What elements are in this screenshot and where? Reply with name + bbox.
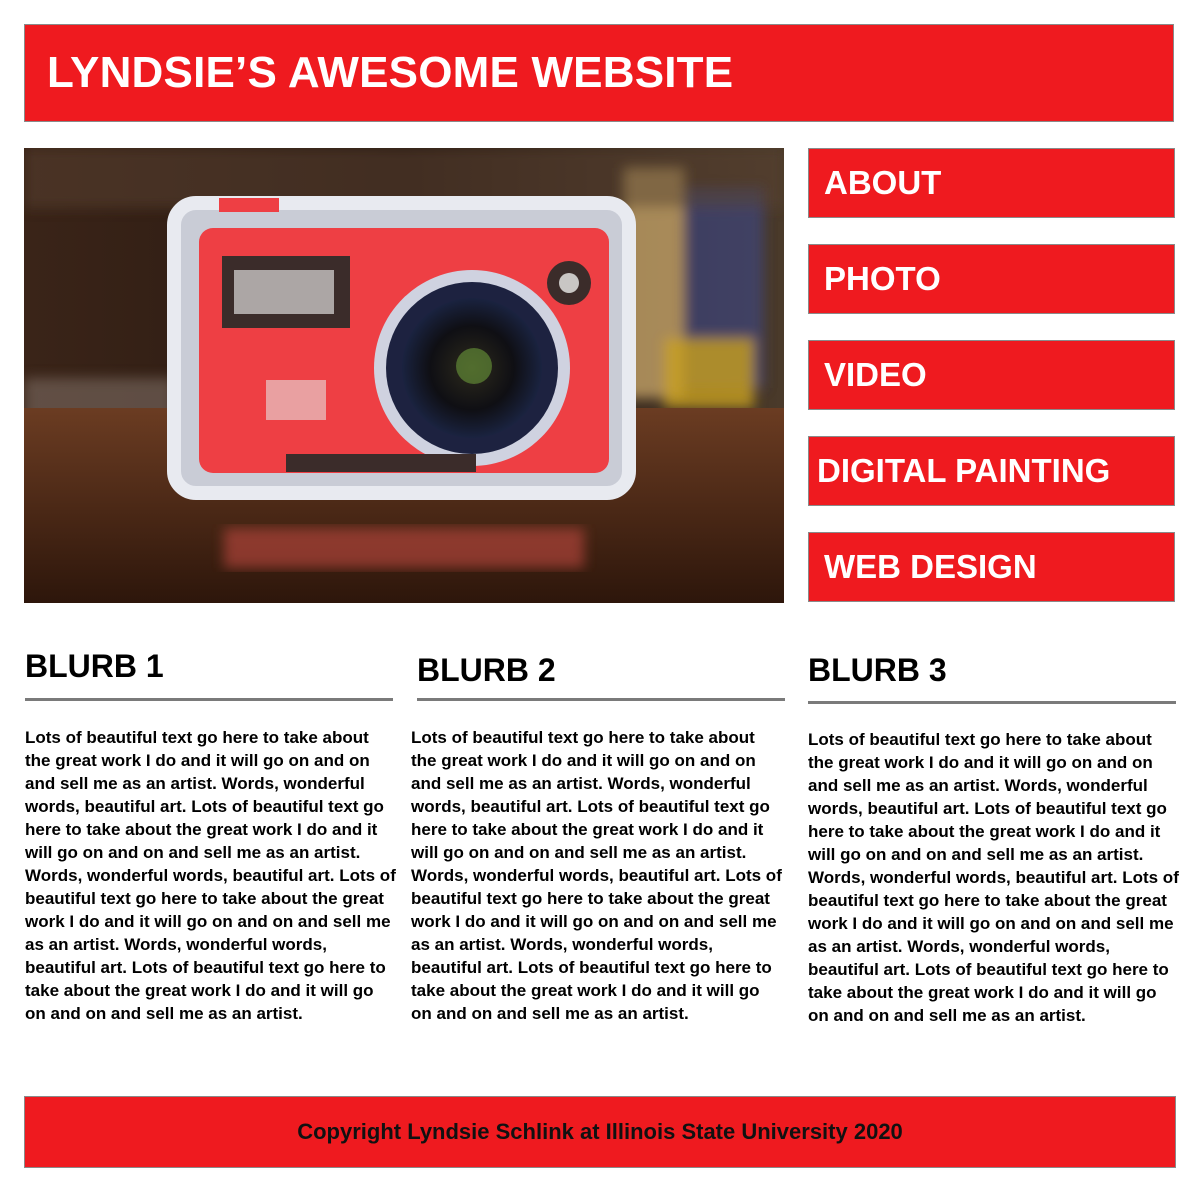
blurb-2-title: BLURB 2 xyxy=(417,652,556,688)
blurb-2-divider xyxy=(417,698,785,701)
nav-about-button[interactable]: ABOUT xyxy=(808,148,1175,218)
blurb-3-divider xyxy=(808,701,1176,704)
nav-photo-button[interactable]: PHOTO xyxy=(808,244,1175,314)
site-title: LYNDSIE’S AWESOME WEBSITE xyxy=(47,48,734,97)
footer-copyright: Copyright Lyndsie Schlink at Illinois St… xyxy=(297,1119,903,1144)
hero-image xyxy=(24,148,784,603)
nav-digital-painting-button[interactable]: DIGITAL PAINTING xyxy=(808,436,1175,506)
nav-video-button[interactable]: VIDEO xyxy=(808,340,1175,410)
blurb-3: BLURB 3 Lots of beautiful text go here t… xyxy=(808,652,1180,1025)
blurb-2-body: Lots of beautiful text go here to take a… xyxy=(411,728,782,1023)
nav-web-design-button[interactable]: WEB DESIGN xyxy=(808,532,1175,602)
site-header: LYNDSIE’S AWESOME WEBSITE xyxy=(24,24,1174,122)
camera-photo xyxy=(24,148,784,603)
blurb-1-body: Lots of beautiful text go here to take a… xyxy=(25,728,396,1023)
blurb-3-title: BLURB 3 xyxy=(808,652,947,688)
blurb-2: BLURB 2 Lots of beautiful text go here t… xyxy=(411,652,785,1023)
blurb-1-title: BLURB 1 xyxy=(25,648,164,684)
site-footer: Copyright Lyndsie Schlink at Illinois St… xyxy=(24,1096,1176,1168)
blurb-1: BLURB 1 Lots of beautiful text go here t… xyxy=(25,648,397,1023)
blurb-1-divider xyxy=(25,698,393,701)
blurb-3-body: Lots of beautiful text go here to take a… xyxy=(808,730,1179,1025)
